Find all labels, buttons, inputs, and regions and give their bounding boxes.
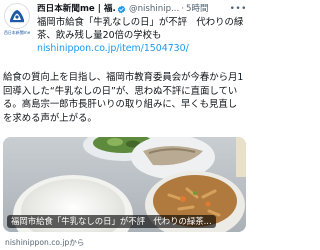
verified-badge-icon	[117, 5, 126, 13]
headline-line-1: 福岡市給食「牛乳なしの日」が不評 代わりの緑	[37, 17, 244, 28]
separator-dot: ·	[181, 4, 184, 14]
handle[interactable]: @nishinip...	[129, 2, 179, 16]
avatar[interactable]	[4, 3, 30, 29]
article-link[interactable]: nishinippon.co.jp/item/1504730/	[37, 43, 189, 54]
more-options-icon[interactable]: •••	[230, 2, 247, 16]
card-source[interactable]: nishinippon.co.jpから	[5, 237, 84, 248]
tweet-text: 福岡市給食「牛乳なしの日」が不評 代わりの緑 茶、飲み残し量20倍の学校も ni…	[37, 16, 246, 55]
newspaper-logo-icon	[5, 4, 29, 28]
card-title: 福岡市給食「牛乳なしの日」が不評 代わりの緑茶...	[7, 215, 216, 228]
display-name[interactable]: 西日本新聞me | 福...	[37, 2, 115, 16]
tweet[interactable]: 西日本新聞me 西日本新聞me | 福... @nishinip... · 5時…	[0, 0, 250, 250]
avatar-caption: 西日本新聞me	[3, 30, 31, 35]
headline-line-2: 茶、飲み残し量20倍の学校も	[37, 30, 162, 41]
tweet-header: 西日本新聞me | 福... @nishinip... · 5時間 •••	[37, 2, 247, 16]
link-card[interactable]: 福岡市給食「牛乳なしの日」が不評 代わりの緑茶...	[3, 137, 246, 232]
timestamp[interactable]: 5時間	[186, 2, 209, 16]
tweet-body: 給食の質向上を目指し、福岡市教育委員会が今春から月1回導入した“牛乳なしの日”が…	[3, 72, 244, 124]
